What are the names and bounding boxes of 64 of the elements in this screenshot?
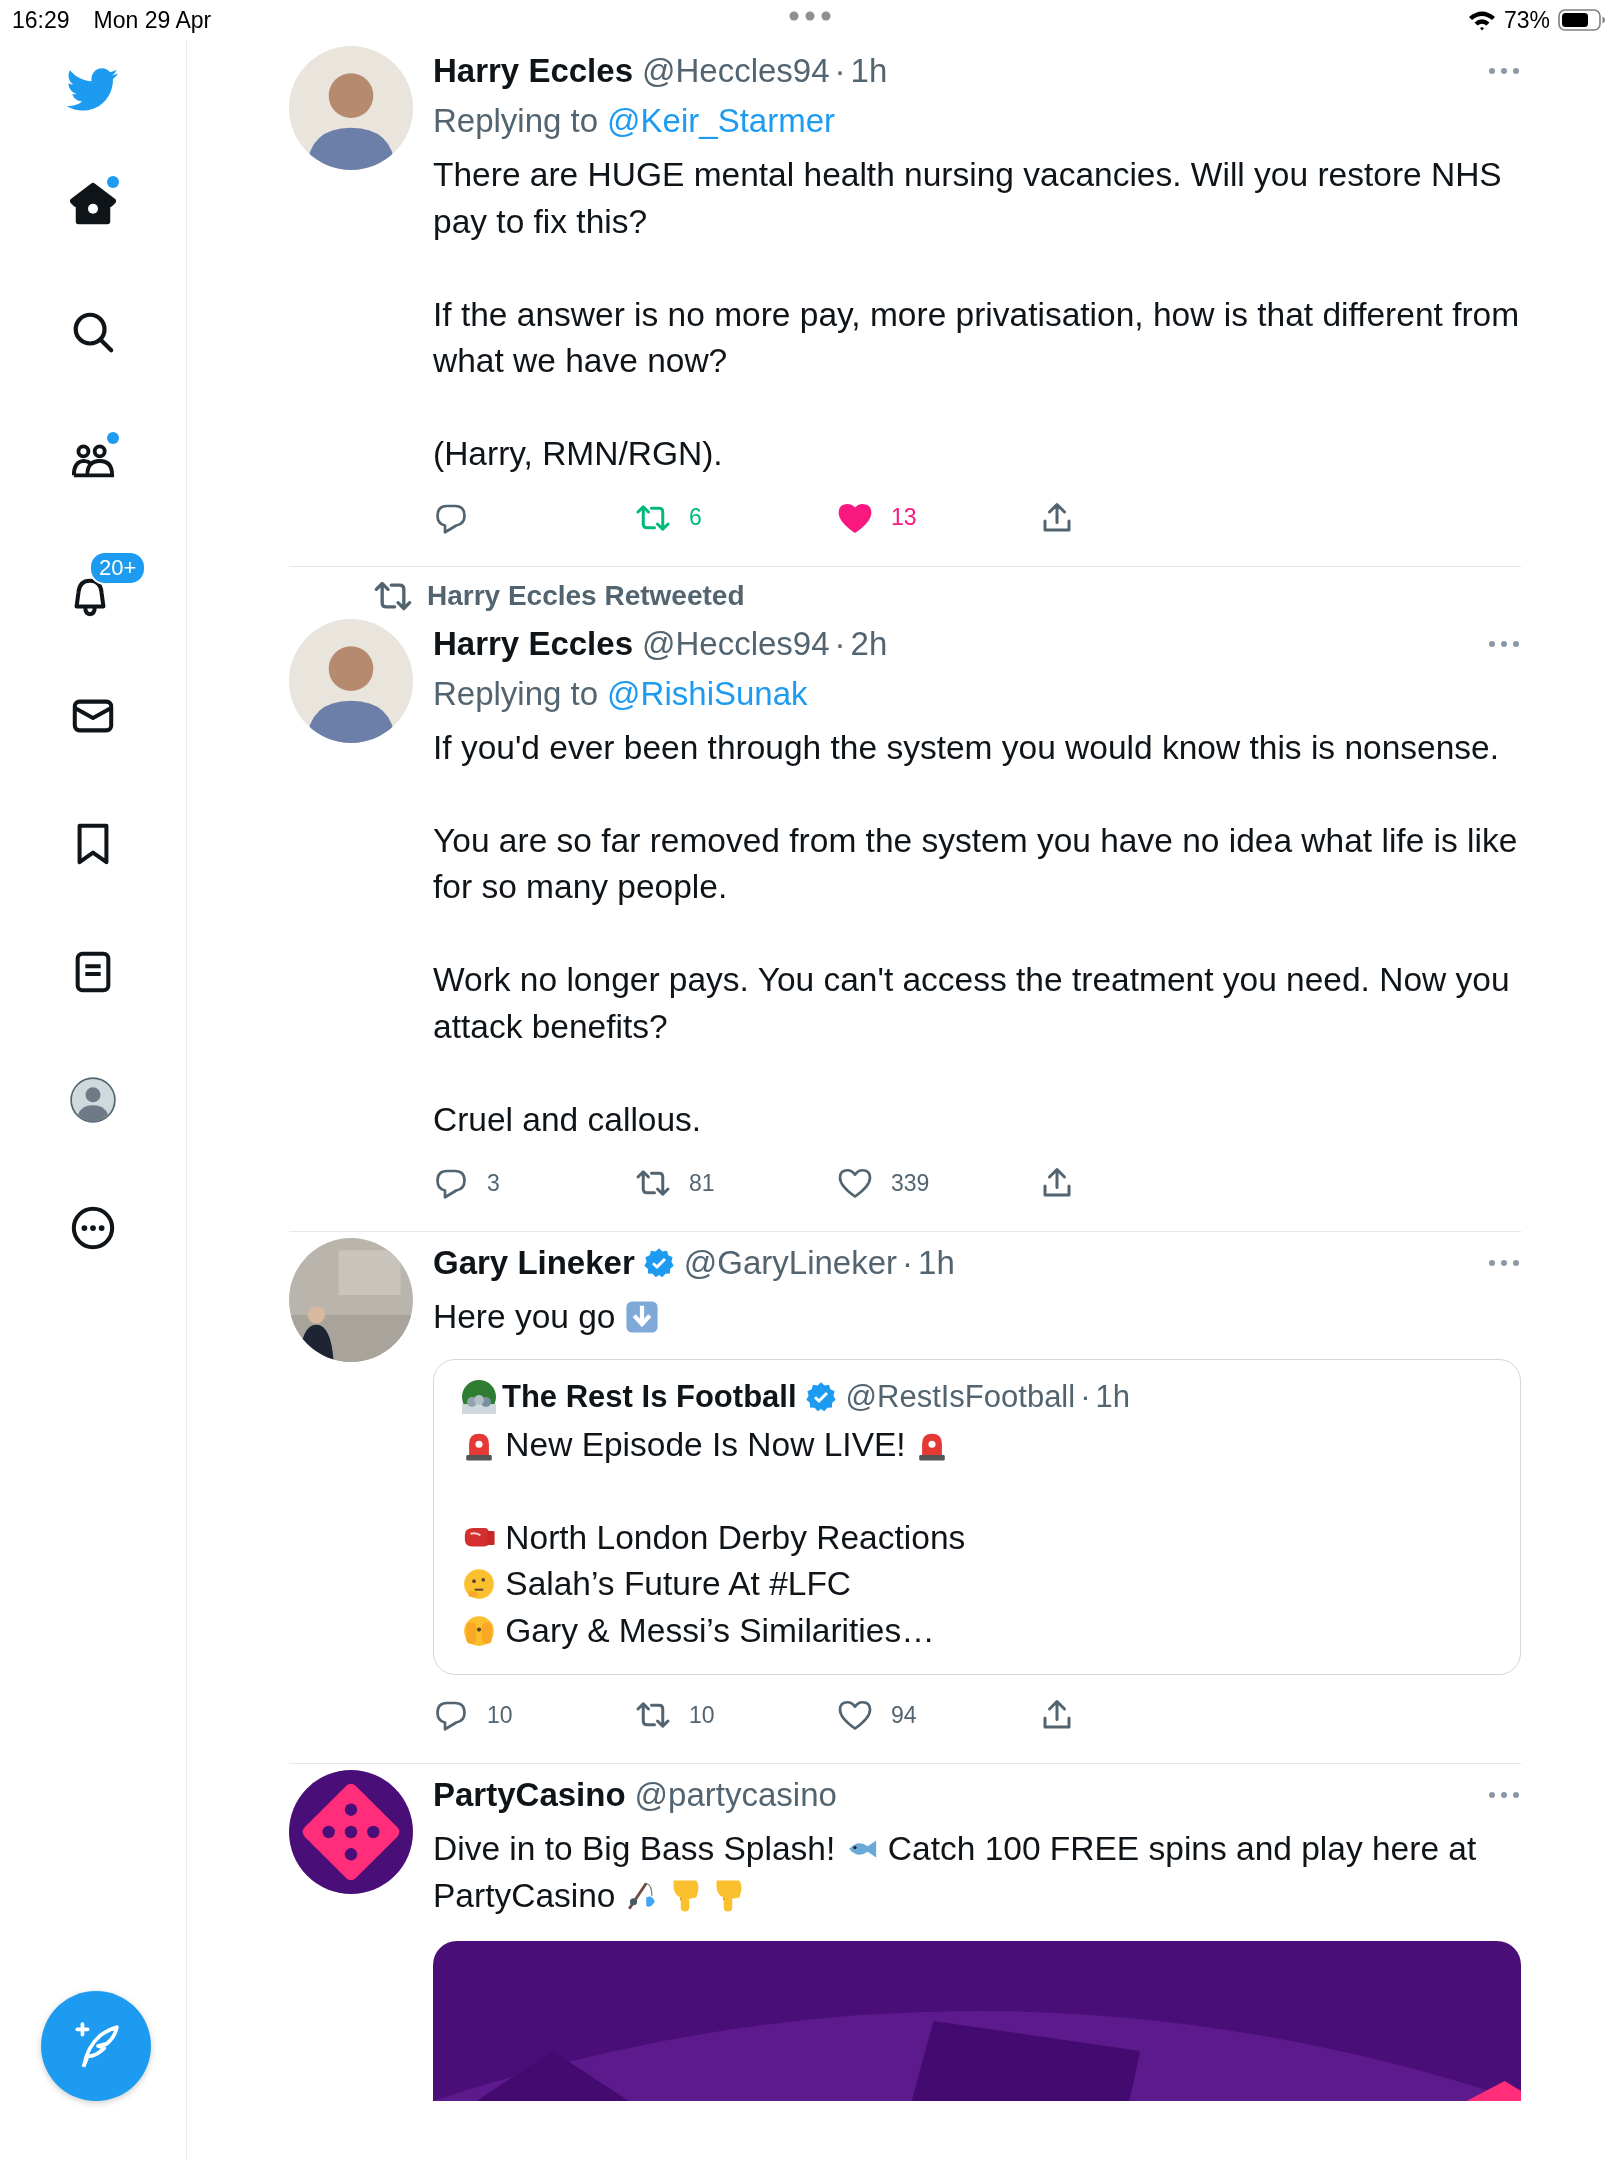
tweet-text: Catch 100 FREE spins and play here at	[887, 1830, 1477, 1867]
retweeted-by-label: Harry Eccles Retweeted	[427, 579, 745, 612]
retweet-button[interactable]: 10	[635, 1697, 715, 1733]
quoted-tweet-card[interactable]: The Rest Is Football @RestIsFootball · 1h New Episode Is Now LIVE! North London Derby Reactions Salah’s Future At #LFC Gary & Messi’s Similarities…	[433, 1358, 1521, 1675]
replying-to-label: Replying to	[433, 674, 599, 713]
battery-percent: 73%	[1503, 6, 1550, 34]
tweet-time: 1h	[918, 1244, 955, 1282]
tweet-time: 1h	[850, 52, 888, 90]
peeking-face-icon	[462, 1613, 496, 1648]
separator-dot: ·	[1080, 1378, 1091, 1415]
like-button[interactable]: 94	[837, 1697, 917, 1733]
separator-dot: ·	[834, 624, 846, 663]
wifi-icon	[1467, 9, 1496, 31]
more-options-icon[interactable]	[1487, 1790, 1521, 1800]
date: Mon 29 Apr	[93, 6, 212, 34]
reply-button[interactable]: 10	[433, 1697, 513, 1733]
author-handle[interactable]: @GaryLineker	[683, 1244, 898, 1282]
tweet-text: PartyCasino	[433, 1876, 616, 1914]
home-icon	[70, 181, 116, 227]
author-handle[interactable]: @partycasino	[634, 1776, 837, 1814]
notification-count: 20+	[89, 551, 147, 585]
tweet-time: 2h	[850, 624, 888, 663]
tweet-text: Dive in to Big Bass Splash!	[433, 1830, 836, 1867]
like-button[interactable]: 339	[837, 1165, 930, 1201]
separator-dot: ·	[902, 1244, 914, 1282]
tweet-text: If the answer is no more pay, more privatisation, how is that different from what we have now?	[433, 295, 1520, 379]
more-options-icon[interactable]	[1487, 1258, 1521, 1268]
tweet-text: North London Derby Reactions	[505, 1518, 966, 1556]
author-name[interactable]: The Rest Is Football	[502, 1378, 797, 1415]
more-options-icon[interactable]	[1487, 638, 1521, 649]
thinking-face-icon	[462, 1567, 496, 1601]
author-handle[interactable]: @RestIsFootball	[845, 1378, 1076, 1415]
reply-button[interactable]: 3	[433, 1165, 500, 1201]
multitask-dots-icon[interactable]	[788, 10, 832, 22]
more-icon	[70, 1205, 116, 1251]
more-options-icon[interactable]	[1487, 66, 1521, 76]
dice-logo-icon[interactable]	[289, 1770, 413, 1894]
like-button[interactable]: 13	[837, 499, 917, 536]
clock-time: 16:29	[12, 6, 70, 34]
compose-button[interactable]	[41, 1991, 151, 2101]
author-name[interactable]: Harry Eccles	[433, 52, 633, 90]
author-name[interactable]: Harry Eccles	[433, 624, 633, 663]
tweet-text: If you'd ever been through the system you would know this is nonsense.	[433, 728, 1499, 766]
bird-logo-icon[interactable]	[67, 68, 119, 112]
tweet-text: New Episode Is Now LIVE!	[505, 1425, 906, 1463]
tweet-text: Salah’s Future At #LFC	[505, 1565, 852, 1602]
tweet-text: Cruel and callous.	[433, 1100, 702, 1138]
avatar-icon	[68, 1075, 118, 1125]
author-name[interactable]: Gary Lineker	[433, 1244, 635, 1282]
author-name[interactable]: PartyCasino	[433, 1776, 626, 1814]
tweet-time: 1h	[1095, 1378, 1130, 1415]
tweet-text: There are HUGE mental health nursing vacancies. Will you restore NHS pay to fix this?	[433, 156, 1502, 240]
tweet-text: Here you go	[433, 1298, 616, 1335]
author-handle[interactable]: @Heccles94	[642, 624, 830, 663]
tweet-text: You are so far removed from the system you have no idea what life is like for so many people.	[433, 821, 1518, 905]
profile-tab[interactable]	[67, 1074, 119, 1126]
tweet-text: (Harry, RMN/RGN).	[433, 435, 723, 472]
tweet-text: Gary & Messi’s Similarities…	[505, 1611, 935, 1649]
author-handle[interactable]: @Heccles94	[642, 52, 830, 90]
battery-icon	[1558, 8, 1606, 32]
tweet-text: Work no longer pays. You can't access the treatment you need. Now you attack benefits?	[433, 961, 1510, 1045]
replying-to-label: Replying to	[433, 102, 599, 140]
retweet-button[interactable]: 81	[635, 1165, 715, 1201]
separator-dot: ·	[834, 52, 846, 90]
